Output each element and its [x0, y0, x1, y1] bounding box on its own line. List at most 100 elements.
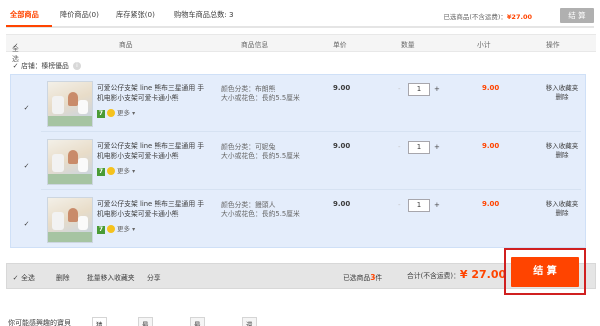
header-price: 单价: [333, 41, 347, 49]
quantity-input[interactable]: 1: [408, 141, 430, 154]
quantity-input[interactable]: 1: [408, 199, 430, 212]
product-attributes: 颜色分类：可妮兔 大小或花色：長約5.5厘米: [221, 143, 300, 161]
share-link[interactable]: 分享: [147, 272, 161, 282]
product-thumbnail[interactable]: [47, 139, 93, 185]
product-thumbnail[interactable]: [47, 81, 93, 127]
delete-link[interactable]: 删除: [539, 209, 585, 218]
delete-link[interactable]: 删除: [539, 151, 585, 160]
footer-select-all[interactable]: ✓ 全选: [12, 272, 35, 282]
row-divider: [41, 189, 581, 190]
chevron-down-icon[interactable]: ▾: [132, 110, 135, 117]
tab-you-may-like[interactable]: 還你喜歡的: [242, 317, 257, 326]
selected-count: 已选商品3件: [343, 272, 382, 282]
selected-count-suffix: 件: [375, 274, 383, 282]
active-tab-indicator: [6, 25, 52, 27]
cart-total-count: 购物车商品总数: 3: [174, 10, 234, 19]
selected-summary-label: 已选商品(不含运费)：: [443, 13, 507, 21]
size-attribute: 大小或花色：長約5.5厘米: [221, 210, 300, 218]
chevron-down-icon[interactable]: ▾: [132, 168, 135, 175]
size-attribute: 大小或花色：長約5.5厘米: [221, 94, 300, 102]
cart-item-row: ✓ 可爱公仔支架 line 熊布三星通用 手机电影小支架可爱卡通小熊 7 更多 ▾…: [11, 133, 585, 187]
checkbox-icon[interactable]: ✓: [12, 275, 19, 282]
header-ops: 操作: [546, 41, 560, 49]
more-link[interactable]: 更多: [117, 225, 130, 233]
seven-day-return-icon: 7: [97, 168, 105, 176]
increase-button[interactable]: +: [434, 201, 440, 209]
item-checkbox[interactable]: ✓: [23, 221, 30, 228]
decrease-button[interactable]: -: [398, 143, 401, 151]
header-info: 商品信息: [241, 41, 269, 49]
info-icon[interactable]: i: [72, 62, 81, 70]
move-to-favorites-link[interactable]: 移入收藏夹: [539, 200, 585, 209]
product-title[interactable]: 可爱公仔支架 line 熊布三星通用 手机电影小支架可爱卡通小熊: [97, 83, 209, 103]
service-badges: 7 更多 ▾: [97, 165, 135, 176]
tab-low-stock[interactable]: 库存紧张(0): [116, 10, 155, 20]
selected-summary: 已选商品(不含运费)：¥27.00: [443, 11, 532, 21]
item-checkbox[interactable]: ✓: [23, 163, 30, 170]
unit-price: 9.00: [333, 84, 351, 92]
row-divider: [41, 131, 581, 132]
checkout-button[interactable]: 结 算: [511, 257, 579, 287]
tab-price-drop[interactable]: 降价商品(0): [60, 10, 99, 20]
product-attributes: 颜色分类：布朗熊 大小或花色：長約5.5厘米: [221, 85, 300, 103]
cart-item-row: ✓ 可爱公仔支架 line 熊布三星通用 手机电影小支架可爱卡通小熊 7 更多 ▾…: [11, 75, 585, 129]
move-to-favorites-link[interactable]: 移入收藏夹: [539, 142, 585, 151]
gold-badge-icon: [107, 225, 115, 233]
increase-button[interactable]: +: [434, 143, 440, 151]
cart-items: ✓ 可爱公仔支架 line 熊布三星通用 手机电影小支架可爱卡通小熊 7 更多 ▾…: [10, 74, 586, 248]
chevron-down-icon[interactable]: ▾: [132, 226, 135, 233]
shop-line: ✓ 店铺：榛榜優品 i: [12, 60, 81, 70]
delete-link[interactable]: 删除: [539, 93, 585, 102]
header-qty: 数量: [401, 41, 415, 49]
tab-recent-favorites[interactable]: 最近收藏的: [138, 317, 153, 326]
cart-total-amount: ¥ 27.00: [459, 268, 507, 281]
item-subtotal: 9.00: [482, 200, 500, 208]
color-attribute: 颜色分类：布朗熊: [221, 85, 276, 93]
cart-total: 合计(不含运费)：¥ 27.00: [407, 268, 506, 281]
batch-move-favorites-link[interactable]: 批量移入收藏夹: [87, 272, 135, 282]
cart-item-row: ✓ 可爱公仔支架 line 熊布三星通用 手机电影小支架可爱卡通小熊 7 更多 ▾…: [11, 191, 585, 245]
shop-name[interactable]: 店铺：榛榜優品: [21, 62, 69, 70]
gold-badge-icon: [107, 109, 115, 117]
tab-all-items[interactable]: 全部商品: [10, 10, 39, 20]
move-to-favorites-link[interactable]: 移入收藏夹: [539, 84, 585, 93]
product-title[interactable]: 可爱公仔支架 line 熊布三星通用 手机电影小支架可爱卡通小熊: [97, 141, 209, 161]
footer-delete-link[interactable]: 删除: [56, 272, 70, 282]
gold-badge-icon: [107, 167, 115, 175]
seven-day-return-icon: 7: [97, 226, 105, 234]
seven-day-return-icon: 7: [97, 110, 105, 118]
item-subtotal: 9.00: [482, 84, 500, 92]
color-attribute: 颜色分类：饅頭人: [221, 201, 276, 209]
more-link[interactable]: 更多: [117, 109, 130, 117]
cart-tabs: 全部商品 降价商品(0) 库存紧张(0) 购物车商品总数: 3 已选商品(不含运…: [6, 6, 594, 28]
decrease-button[interactable]: -: [398, 85, 401, 93]
service-badges: 7 更多 ▾: [97, 107, 135, 118]
selected-count-prefix: 已选商品: [343, 274, 371, 282]
item-checkbox[interactable]: ✓: [23, 105, 30, 112]
item-operations: 移入收藏夹 删除: [539, 200, 585, 218]
product-attributes: 颜色分类：饅頭人 大小或花色：長約5.5厘米: [221, 201, 300, 219]
quantity-input[interactable]: 1: [408, 83, 430, 96]
header-product: 商品: [119, 41, 133, 49]
service-badges: 7 更多 ▾: [97, 223, 135, 234]
color-attribute: 颜色分类：可妮兔: [221, 143, 276, 151]
item-operations: 移入收藏夹 删除: [539, 84, 585, 102]
selected-summary-amount: ¥27.00: [506, 13, 532, 21]
table-header: ✓ 全选 商品 商品信息 单价 数量 小计 操作: [6, 34, 596, 63]
tab-recent-views[interactable]: 最近瀏覽的: [190, 317, 205, 326]
header-subtotal: 小计: [477, 41, 491, 49]
shop-checkbox[interactable]: ✓: [12, 63, 19, 70]
decrease-button[interactable]: -: [398, 201, 401, 209]
increase-button[interactable]: +: [434, 85, 440, 93]
cart-total-label: 合计(不含运费)：: [407, 272, 460, 280]
footer-select-all-label: 全选: [21, 274, 35, 282]
more-link[interactable]: 更多: [117, 167, 130, 175]
top-checkout-button[interactable]: 结 算: [560, 8, 594, 23]
unit-price: 9.00: [333, 142, 351, 150]
product-title[interactable]: 可爱公仔支架 line 熊布三星通用 手机电影小支架可爱卡通小熊: [97, 199, 209, 219]
item-operations: 移入收藏夹 删除: [539, 142, 585, 160]
tab-guess-you-like[interactable]: 猜你喜歡: [92, 317, 107, 326]
unit-price: 9.00: [333, 200, 351, 208]
size-attribute: 大小或花色：長約5.5厘米: [221, 152, 300, 160]
product-thumbnail[interactable]: [47, 197, 93, 243]
